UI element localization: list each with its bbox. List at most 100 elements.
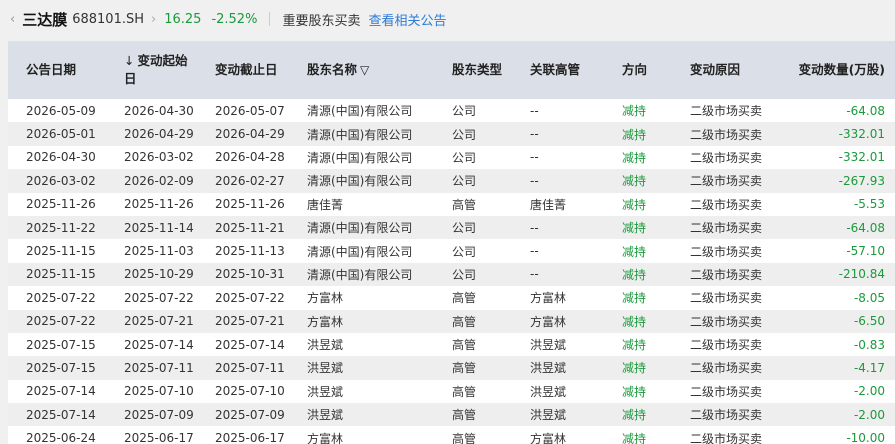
cell-holder-name: 洪昱斌 xyxy=(307,384,344,399)
cell-direction: 减持 xyxy=(622,314,647,329)
cell-start-date: 2025-10-29 xyxy=(124,267,194,282)
cell-related-exec: -- xyxy=(530,103,539,118)
filter-icon[interactable]: ▽ xyxy=(360,63,369,77)
cell-end-date: 2025-07-10 xyxy=(215,384,285,399)
chevron-right-icon[interactable]: › xyxy=(151,12,156,27)
cell-reason: 二级市场买卖 xyxy=(690,127,763,142)
cell-announce-date: 2025-07-22 xyxy=(26,290,96,305)
table-row[interactable]: 2025-11-22 2025-11-14 2025-11-21 清源(中国)有限公司… xyxy=(8,215,895,240)
cell-holder-type: 高管 xyxy=(452,338,477,353)
cell-reason: 二级市场买卖 xyxy=(690,431,763,444)
cell-end-date: 2026-04-29 xyxy=(215,127,285,142)
cell-end-date: 2025-07-11 xyxy=(215,360,285,375)
cell-holder-type: 公司 xyxy=(452,244,477,259)
col-announce-date[interactable]: 公告日期 xyxy=(8,41,106,99)
cell-announce-date: 2025-07-22 xyxy=(26,314,96,329)
cell-start-date: 2025-11-26 xyxy=(124,197,194,212)
cell-direction: 减持 xyxy=(622,174,647,189)
col-holder-type[interactable]: 股东类型 xyxy=(434,41,512,99)
cell-related-exec: 洪昱斌 xyxy=(530,384,567,399)
stock-name[interactable]: 三达膜 xyxy=(22,9,67,30)
cell-change-amount: -57.10 xyxy=(846,244,885,259)
table-row[interactable]: 2025-07-15 2025-07-14 2025-07-14 洪昱斌 高管 洪昱斌 减持… xyxy=(8,332,895,357)
col-end-date[interactable]: 变动截止日 xyxy=(197,41,289,99)
cell-change-amount: -267.93 xyxy=(838,173,885,188)
cell-holder-name: 清源(中国)有限公司 xyxy=(307,244,413,259)
cell-direction: 减持 xyxy=(622,291,647,306)
cell-end-date: 2025-11-26 xyxy=(215,197,285,212)
table-row[interactable]: 2026-05-09 2026-04-30 2026-05-07 清源(中国)有限公司… xyxy=(8,99,895,123)
cell-announce-date: 2025-11-15 xyxy=(26,267,96,282)
table-row[interactable]: 2026-04-30 2026-03-02 2026-04-28 清源(中国)有限公司… xyxy=(8,145,895,170)
table-row[interactable]: 2025-11-15 2025-10-29 2025-10-31 清源(中国)有限公司… xyxy=(8,262,895,287)
cell-holder-type: 公司 xyxy=(452,150,477,165)
cell-holder-name: 清源(中国)有限公司 xyxy=(307,174,413,189)
cell-announce-date: 2025-07-14 xyxy=(26,384,96,399)
cell-related-exec: -- xyxy=(530,127,539,142)
cell-related-exec: 洪昱斌 xyxy=(530,408,567,423)
cell-holder-name: 唐佳菁 xyxy=(307,197,344,212)
sort-down-icon[interactable]: ↓ xyxy=(124,53,134,68)
cell-end-date: 2025-07-22 xyxy=(215,290,285,305)
table-row[interactable]: 2025-06-24 2025-06-17 2025-06-17 方富林 高管 方富林 减持… xyxy=(8,426,895,444)
cell-announce-date: 2025-11-26 xyxy=(26,197,96,212)
cell-related-exec: 洪昱斌 xyxy=(530,338,567,353)
cell-reason: 二级市场买卖 xyxy=(690,197,763,212)
col-related-exec[interactable]: 关联高管 xyxy=(512,41,604,99)
col-reason[interactable]: 变动原因 xyxy=(672,41,794,99)
cell-holder-name: 洪昱斌 xyxy=(307,338,344,353)
cell-change-amount: -4.17 xyxy=(853,360,885,375)
cell-holder-type: 公司 xyxy=(452,127,477,142)
cell-reason: 二级市场买卖 xyxy=(690,408,763,423)
table-row[interactable]: 2025-07-15 2025-07-11 2025-07-11 洪昱斌 高管 洪昱斌 减持… xyxy=(8,356,895,380)
cell-start-date: 2026-04-30 xyxy=(124,103,194,118)
table-row[interactable]: 2025-07-14 2025-07-09 2025-07-09 洪昱斌 高管 洪昱斌 减持… xyxy=(8,403,895,427)
stock-code[interactable]: 688101.SH xyxy=(72,12,144,27)
table-row[interactable]: 2026-05-01 2026-04-29 2026-04-29 清源(中国)有限公司… xyxy=(8,122,895,146)
cell-holder-type: 公司 xyxy=(452,174,477,189)
cell-direction: 减持 xyxy=(622,431,647,444)
cell-announce-date: 2025-06-24 xyxy=(26,431,96,444)
cell-direction: 减持 xyxy=(622,244,647,259)
stock-header: ‹ 三达膜 688101.SH › 16.25 -2.52% 重要股东买卖 查看… xyxy=(0,0,895,38)
col-direction[interactable]: 方向 xyxy=(604,41,672,99)
cell-start-date: 2025-07-14 xyxy=(124,337,194,352)
cell-end-date: 2025-07-09 xyxy=(215,407,285,422)
cell-related-exec: -- xyxy=(530,173,539,188)
cell-direction: 减持 xyxy=(622,127,647,142)
cell-holder-name: 洪昱斌 xyxy=(307,408,344,423)
cell-related-exec: -- xyxy=(530,150,539,165)
cell-holder-type: 公司 xyxy=(452,221,477,236)
table-row[interactable]: 2025-07-22 2025-07-21 2025-07-21 方富林 高管 方富林 减持… xyxy=(8,309,895,333)
cell-holder-name: 方富林 xyxy=(307,314,344,329)
cell-end-date: 2026-04-28 xyxy=(215,150,285,165)
cell-related-exec: 方富林 xyxy=(530,291,567,306)
cell-change-amount: -10.00 xyxy=(846,431,885,444)
cell-reason: 二级市场买卖 xyxy=(690,384,763,399)
cell-holder-type: 高管 xyxy=(452,384,477,399)
cell-end-date: 2025-06-17 xyxy=(215,431,285,444)
col-start-date[interactable]: ↓ 变动起始日 xyxy=(106,41,197,99)
cell-direction: 减持 xyxy=(622,197,647,212)
view-announcements-link[interactable]: 查看相关公告 xyxy=(368,10,446,29)
table-row[interactable]: 2025-07-22 2025-07-22 2025-07-22 方富林 高管 方富林 减持… xyxy=(8,286,895,310)
cell-direction: 减持 xyxy=(622,104,647,119)
cell-reason: 二级市场买卖 xyxy=(690,338,763,353)
cell-announce-date: 2025-07-15 xyxy=(26,360,96,375)
cell-related-exec: 方富林 xyxy=(530,431,567,444)
col-change-amount[interactable]: 变动数量(万股) xyxy=(794,41,895,99)
cell-reason: 二级市场买卖 xyxy=(690,291,763,306)
cell-reason: 二级市场买卖 xyxy=(690,361,763,376)
back-chevron-icon[interactable]: ‹ xyxy=(10,12,15,27)
table-row[interactable]: 2025-07-14 2025-07-10 2025-07-10 洪昱斌 高管 洪昱斌 减持… xyxy=(8,379,895,404)
table-row[interactable]: 2026-03-02 2026-02-09 2026-02-27 清源(中国)有限公司… xyxy=(8,169,895,193)
col-holder-name[interactable]: 股东名称 ▽ xyxy=(289,41,434,99)
table-header-row: 公告日期 ↓ 变动起始日 变动截止日 股东名称 ▽ 股东类型 关联高管 方向 变动原… xyxy=(8,41,895,99)
cell-related-exec: 唐佳菁 xyxy=(530,197,567,212)
section-title: 重要股东买卖 xyxy=(282,13,361,29)
cell-direction: 减持 xyxy=(622,361,647,376)
table-row[interactable]: 2025-11-15 2025-11-03 2025-11-13 清源(中国)有限公司… xyxy=(8,239,895,263)
cell-holder-name: 方富林 xyxy=(307,431,344,444)
table-row[interactable]: 2025-11-26 2025-11-26 2025-11-26 唐佳菁 高管 唐佳菁 减持… xyxy=(8,192,895,216)
cell-change-amount: -8.05 xyxy=(853,290,885,305)
